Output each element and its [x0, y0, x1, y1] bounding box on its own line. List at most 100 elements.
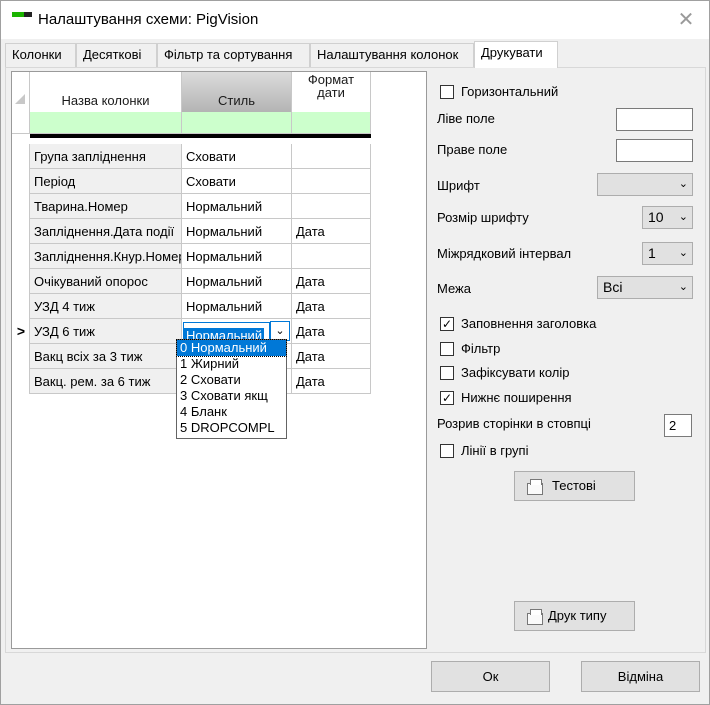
- cell-style[interactable]: Нормальний: [182, 194, 292, 219]
- border-select[interactable]: Всі ⌄: [597, 276, 693, 299]
- cell-date-format[interactable]: [292, 244, 371, 269]
- style-dropdown-list[interactable]: 0 Нормальний 1 Жирний 2 Сховати 3 Сховат…: [176, 339, 287, 439]
- row-marker: [12, 294, 30, 319]
- tab-column-settings[interactable]: Налаштування колонок: [310, 43, 474, 67]
- dropdown-option[interactable]: 2 Сховати: [177, 372, 286, 388]
- border-label: Межа: [437, 281, 471, 296]
- cell-date-format[interactable]: Дата: [292, 319, 371, 344]
- cell-style[interactable]: Сховати: [182, 144, 292, 169]
- filter-row-marker: [12, 112, 30, 134]
- app-icon: [12, 12, 32, 20]
- cell-date-format[interactable]: Дата: [292, 219, 371, 244]
- table-row[interactable]: Група запліднення Сховати: [12, 144, 371, 169]
- ok-button[interactable]: Ок: [431, 661, 550, 692]
- cell-date-format[interactable]: [292, 144, 371, 169]
- cell-date-format[interactable]: Дата: [292, 269, 371, 294]
- row-marker: [12, 269, 30, 294]
- print-type-label: Друк типу: [548, 608, 607, 623]
- border-value: Всі: [603, 279, 623, 295]
- cell-style[interactable]: Нормальний: [182, 269, 292, 294]
- cell-style[interactable]: Нормальний: [182, 294, 292, 319]
- tab-columns[interactable]: Колонки: [5, 43, 76, 67]
- cell-date-format[interactable]: [292, 169, 371, 194]
- font-size-value: 10: [648, 209, 664, 225]
- printer-icon: [527, 479, 543, 495]
- dropdown-option[interactable]: 1 Жирний: [177, 356, 286, 372]
- bottom-extend-checkbox[interactable]: ✓: [440, 391, 454, 405]
- print-type-button[interactable]: Друк типу: [514, 601, 635, 631]
- cell-date-format[interactable]: Дата: [292, 344, 371, 369]
- window-title: Налаштування схеми: PigVision: [38, 11, 259, 28]
- right-margin-label: Праве поле: [437, 142, 508, 157]
- filter-cell-date[interactable]: [292, 112, 371, 134]
- cell-column-name[interactable]: УЗД 4 тиж: [30, 294, 182, 319]
- fix-color-checkbox[interactable]: [440, 366, 454, 380]
- close-icon[interactable]: ✕: [663, 1, 709, 39]
- filter-cell-name[interactable]: [30, 112, 182, 134]
- line-spacing-select[interactable]: 1 ⌄: [642, 242, 693, 265]
- settings-dialog: Налаштування схеми: PigVision ✕ Колонки …: [0, 0, 710, 705]
- group-lines-checkbox[interactable]: [440, 444, 454, 458]
- cell-column-name[interactable]: Група запліднення: [30, 144, 182, 169]
- tab-decimals[interactable]: Десяткові: [76, 43, 157, 67]
- page-break-input[interactable]: 2: [664, 414, 692, 437]
- header-date-format[interactable]: Формат дати: [292, 72, 371, 112]
- cell-date-format[interactable]: [292, 194, 371, 219]
- cell-style[interactable]: Сховати: [182, 169, 292, 194]
- cell-column-name[interactable]: Запліднення.Кнур.Номер: [30, 244, 182, 269]
- dropdown-option[interactable]: 0 Нормальний: [176, 339, 287, 357]
- chevron-down-icon: ⌄: [678, 281, 688, 293]
- font-select[interactable]: ⌄: [597, 173, 693, 196]
- row-marker: >: [12, 319, 30, 344]
- chevron-down-icon[interactable]: ⌄: [270, 321, 290, 341]
- table-row[interactable]: Запліднення.Дата події Нормальний Дата: [12, 219, 371, 244]
- right-margin-input[interactable]: [616, 139, 693, 162]
- dropdown-option[interactable]: 5 DROPCOMPL: [177, 420, 286, 436]
- table-row[interactable]: Тварина.Номер Нормальний: [12, 194, 371, 219]
- cell-date-format[interactable]: Дата: [292, 294, 371, 319]
- cell-column-name[interactable]: Запліднення.Дата події: [30, 219, 182, 244]
- cell-column-name[interactable]: Вакц всіх за 3 тиж: [30, 344, 182, 369]
- table-row[interactable]: УЗД 4 тиж Нормальний Дата: [12, 294, 371, 319]
- horizontal-checkbox[interactable]: [440, 85, 454, 99]
- left-margin-input[interactable]: [616, 108, 693, 131]
- header-style[interactable]: Стиль: [182, 72, 292, 112]
- fill-header-label: Заповнення заголовка: [461, 316, 597, 331]
- page-break-label: Розрив сторінки в стовпці: [437, 416, 591, 431]
- dropdown-option[interactable]: 4 Бланк: [177, 404, 286, 420]
- fill-header-checkbox[interactable]: ✓: [440, 317, 454, 331]
- table-row[interactable]: Період Сховати: [12, 169, 371, 194]
- row-marker: [12, 344, 30, 369]
- test-print-label: Тестові: [552, 478, 596, 493]
- tab-filter-sort[interactable]: Фільтр та сортування: [157, 43, 310, 67]
- cell-column-name[interactable]: УЗД 6 тиж: [30, 319, 182, 344]
- header-separator: [30, 134, 371, 138]
- dropdown-option[interactable]: 3 Сховати якщ: [177, 388, 286, 404]
- test-print-button[interactable]: Тестові: [514, 471, 635, 501]
- cell-column-name[interactable]: Вакц. рем. за 6 тиж: [30, 369, 182, 394]
- header-date-format-label: Формат дати: [307, 72, 355, 100]
- current-row-indicator: >: [16, 323, 26, 339]
- font-size-select[interactable]: 10 ⌄: [642, 206, 693, 229]
- tab-strip: Колонки Десяткові Фільтр та сортування Н…: [5, 41, 705, 68]
- cell-date-format[interactable]: Дата: [292, 369, 371, 394]
- style-combo-text[interactable]: Нормальний: [183, 322, 270, 343]
- header-column-name[interactable]: Назва колонки: [30, 72, 182, 112]
- row-marker: [12, 244, 30, 269]
- row-header-corner: [12, 72, 30, 112]
- cell-column-name[interactable]: Тварина.Номер: [30, 194, 182, 219]
- row-marker: [12, 369, 30, 394]
- cell-style[interactable]: Нормальний: [182, 219, 292, 244]
- filter-cell-style[interactable]: [182, 112, 292, 134]
- cell-column-name[interactable]: Період: [30, 169, 182, 194]
- row-marker: [12, 219, 30, 244]
- filter-checkbox[interactable]: [440, 342, 454, 356]
- cancel-button[interactable]: Відміна: [581, 661, 700, 692]
- table-row[interactable]: Запліднення.Кнур.Номер Нормальний: [12, 244, 371, 269]
- table-row[interactable]: Очікуваний опорос Нормальний Дата: [12, 269, 371, 294]
- line-spacing-label: Міжрядковий інтервал: [437, 246, 572, 261]
- cell-column-name[interactable]: Очікуваний опорос: [30, 269, 182, 294]
- cell-style[interactable]: Нормальний: [182, 244, 292, 269]
- row-marker: [12, 144, 30, 169]
- tab-print[interactable]: Друкувати: [474, 41, 558, 68]
